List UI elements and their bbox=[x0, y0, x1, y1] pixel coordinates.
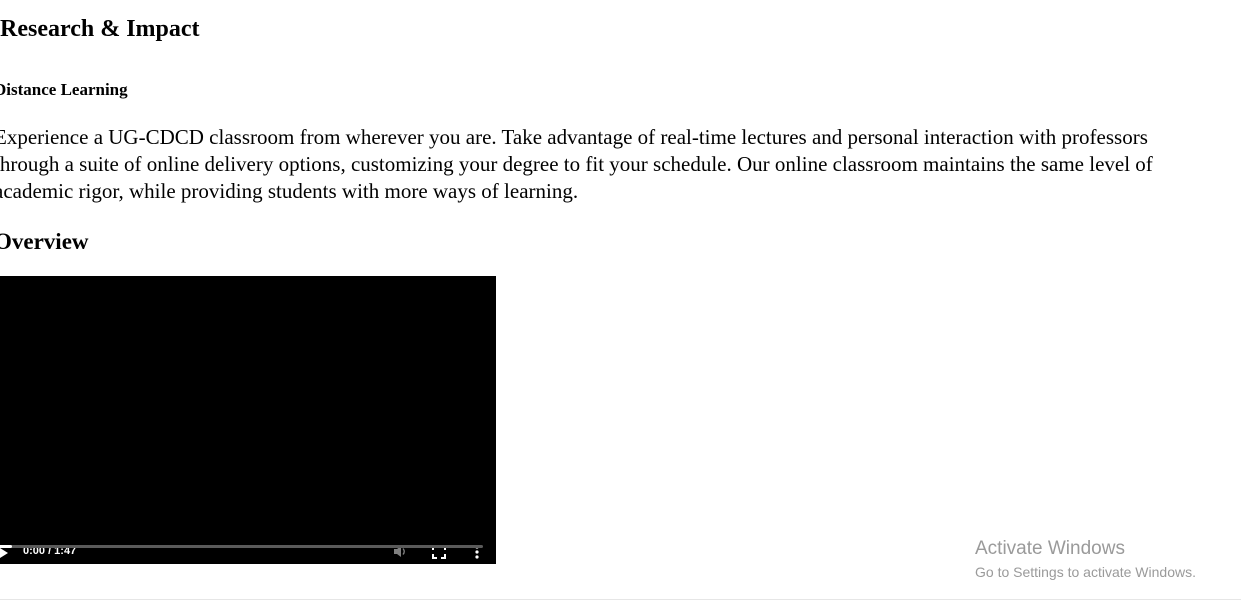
divider bbox=[0, 599, 1241, 600]
video-controls: 0:00 / 1:47 bbox=[0, 508, 496, 564]
page: Research & Impact Distance Learning Expe… bbox=[0, 0, 1241, 601]
watermark-subtitle: Go to Settings to activate Windows. bbox=[975, 564, 1196, 580]
watermark-title: Activate Windows bbox=[975, 538, 1125, 559]
activate-windows-watermark: Activate Windows Go to Settings to activ… bbox=[975, 538, 1196, 580]
play-icon[interactable] bbox=[0, 546, 10, 560]
program-title: Distance Learning bbox=[0, 80, 128, 99]
program-description: Experience a UG-CDCD classroom from wher… bbox=[0, 125, 1153, 203]
overview-heading: Overview bbox=[0, 229, 89, 254]
video-progress-bar[interactable] bbox=[0, 545, 483, 548]
video-player[interactable]: 0:00 / 1:47 bbox=[0, 276, 496, 564]
section-title: Research & Impact bbox=[0, 16, 200, 42]
video-progress-fill bbox=[0, 545, 12, 548]
